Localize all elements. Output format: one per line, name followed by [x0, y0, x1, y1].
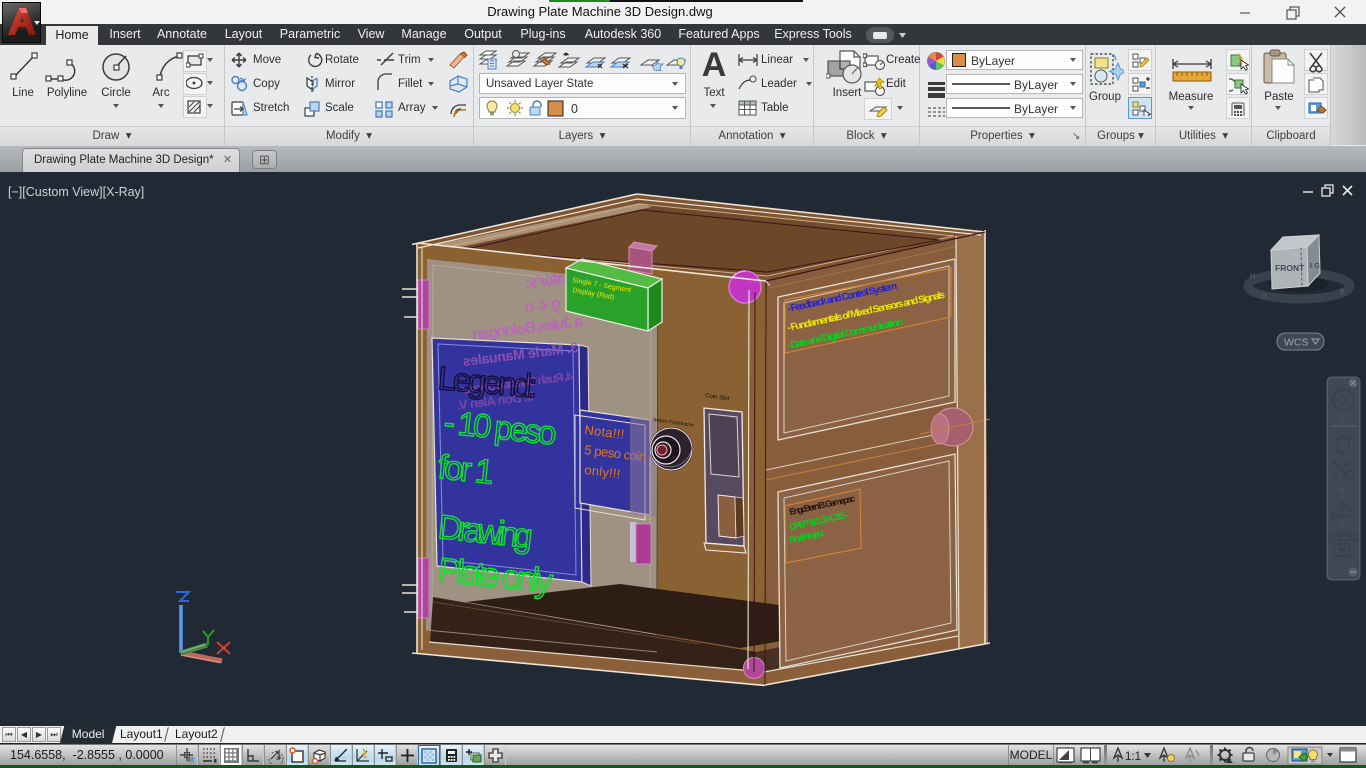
svg-text:S: S — [1262, 293, 1267, 300]
svg-text:N: N — [1250, 273, 1255, 280]
svg-text:for 1: for 1 — [436, 448, 496, 492]
svg-text:E: E — [1340, 289, 1345, 296]
svg-text:1:1: 1:1 — [1125, 751, 1141, 763]
svg-text:[−][Custom View][X-Ray]: [−][Custom View][X-Ray] — [8, 185, 144, 199]
svg-text:0: 0 — [571, 102, 578, 116]
svg-text:I G: I G — [1310, 261, 1320, 270]
svg-text:FRONT: FRONT — [1275, 263, 1305, 273]
svg-text:WCS: WCS — [1284, 337, 1309, 349]
